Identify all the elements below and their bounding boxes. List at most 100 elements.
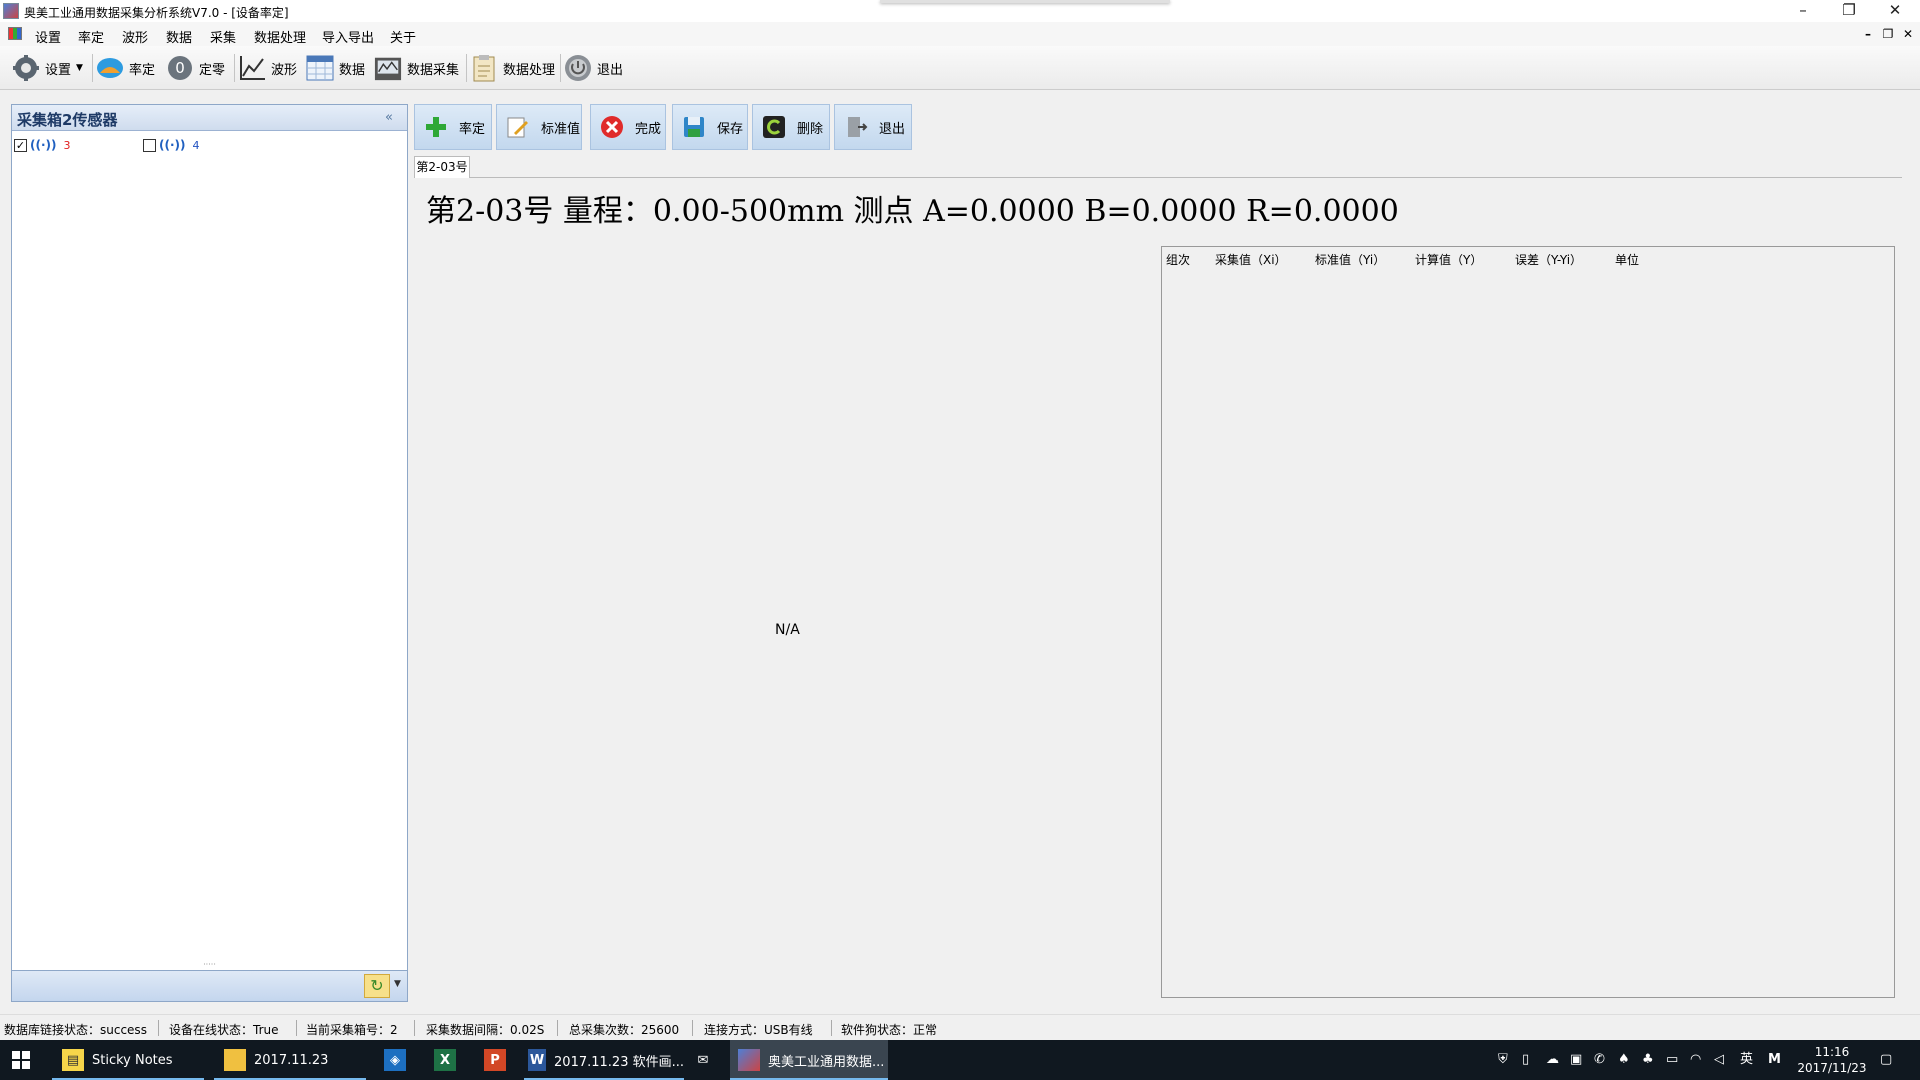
save-button-label: 保存 bbox=[717, 121, 744, 137]
toolbar-waveform-label: 波形 bbox=[271, 62, 298, 78]
calibrate-button-label: 率定 bbox=[459, 121, 486, 137]
save-button[interactable]: 保存 bbox=[672, 104, 748, 150]
table-header-yi: 标准值（Yi） bbox=[1315, 253, 1386, 267]
taskbar-app[interactable]: 奥美工业通用数据... bbox=[730, 1040, 888, 1080]
taskbar-app-label: 奥美工业通用数据... bbox=[768, 1054, 885, 1070]
tab-sensor[interactable]: 第2-03号 bbox=[414, 156, 470, 178]
start-button[interactable] bbox=[12, 1040, 36, 1080]
sensor-item[interactable]: ✓ ((·)) 3 bbox=[14, 138, 71, 152]
finish-button[interactable]: 完成 bbox=[590, 104, 666, 150]
panel-splitter[interactable]: ····· bbox=[11, 961, 408, 969]
toolbar-data-label: 数据 bbox=[339, 62, 366, 78]
toolbar-settings-button[interactable]: 设置 ▼ bbox=[12, 52, 83, 84]
tray-app-icon[interactable]: ♠ bbox=[1618, 1040, 1630, 1080]
taskbar-word[interactable]: W 2017.11.23 软件画... bbox=[524, 1040, 684, 1080]
menu-acquire[interactable]: 采集 bbox=[210, 27, 236, 46]
delete-button[interactable]: 删除 bbox=[752, 104, 830, 150]
shield-icon[interactable]: ⛨ bbox=[1498, 1040, 1508, 1080]
taskbar-powerpoint[interactable]: P bbox=[484, 1040, 510, 1080]
status-separator bbox=[557, 1020, 558, 1036]
taskbar-mail[interactable]: ✉ bbox=[692, 1040, 720, 1080]
toolbar-data-button[interactable]: 数据 bbox=[306, 52, 365, 84]
sticky-notes-icon: ▤ bbox=[62, 1049, 84, 1071]
toolbar-settings-label: 设置 bbox=[45, 62, 72, 78]
menu-calibrate[interactable]: 率定 bbox=[78, 27, 104, 46]
mdi-minimize-button[interactable]: – bbox=[1860, 27, 1876, 41]
sensor-item[interactable]: ((·)) 4 bbox=[143, 138, 200, 152]
toolbar-separator bbox=[466, 54, 467, 82]
menu-settings[interactable]: 设置 bbox=[35, 27, 61, 46]
usb-icon[interactable]: ▯ bbox=[1522, 1040, 1529, 1080]
wifi-icon[interactable]: ◠ bbox=[1690, 1040, 1701, 1080]
taskbar-folder[interactable]: 2017.11.23 bbox=[214, 1040, 366, 1080]
title-bar: 奥美工业通用数据采集分析系统V7.0 - [设备率定] – ❐ ✕ bbox=[0, 0, 1920, 22]
powerpoint-icon: P bbox=[484, 1049, 506, 1071]
sensor-panel-header: 采集箱2传感器 « bbox=[12, 105, 407, 131]
notification-icon[interactable]: ▢ bbox=[1880, 1040, 1892, 1080]
popup-edge bbox=[880, 0, 1170, 3]
chevron-down-icon[interactable]: ▼ bbox=[76, 63, 83, 73]
cloud-icon[interactable]: ☁ bbox=[1546, 1040, 1559, 1080]
sensor-checkbox[interactable]: ✓ bbox=[14, 138, 27, 152]
plus-icon bbox=[423, 114, 449, 140]
mdi-close-button[interactable]: ✕ bbox=[1900, 27, 1916, 41]
tray-app-icon[interactable]: ♣ bbox=[1642, 1040, 1654, 1080]
toolbar-process-label: 数据处理 bbox=[503, 62, 556, 78]
menu-waveform[interactable]: 波形 bbox=[122, 27, 148, 46]
status-db: 数据库链接状态：success bbox=[4, 1023, 147, 1037]
menu-data[interactable]: 数据 bbox=[166, 27, 192, 46]
menu-data-processing[interactable]: 数据处理 bbox=[254, 27, 306, 46]
refresh-icon[interactable]: ↻ bbox=[364, 974, 390, 998]
gear-icon bbox=[12, 54, 40, 82]
ime-mode-icon[interactable]: M bbox=[1768, 1040, 1781, 1080]
minimize-button[interactable]: – bbox=[1780, 0, 1826, 22]
toolbar: 设置 ▼ 率定 0 定零 波形 数据 数据采集 数据处理 退出 bbox=[0, 46, 1920, 90]
power-icon bbox=[564, 54, 592, 82]
status-dongle: 软件狗状态：正常 bbox=[841, 1023, 938, 1037]
toolbar-calibrate-button[interactable]: 率定 bbox=[96, 52, 155, 84]
table-header-unit: 单位 bbox=[1615, 253, 1640, 267]
toolbar-zero-button[interactable]: 0 定零 bbox=[166, 52, 225, 84]
menu-import-export[interactable]: 导入导出 bbox=[322, 27, 374, 46]
mdi-child-icon[interactable] bbox=[8, 27, 22, 40]
network-app-icon[interactable]: ▣ bbox=[1570, 1040, 1582, 1080]
window-title: 奥美工业通用数据采集分析系统V7.0 - [设备率定] bbox=[24, 6, 289, 20]
chevron-down-icon[interactable]: ▼ bbox=[394, 979, 401, 989]
close-button[interactable]: ✕ bbox=[1872, 0, 1918, 22]
sensor-label: 3 bbox=[63, 138, 71, 152]
collapse-icon[interactable]: « bbox=[385, 110, 393, 125]
exit-button[interactable]: 退出 bbox=[834, 104, 912, 150]
taskbar-store[interactable]: ◈ bbox=[384, 1040, 410, 1080]
delete-button-label: 删除 bbox=[797, 121, 824, 137]
word-icon: W bbox=[528, 1049, 547, 1071]
svg-text:0: 0 bbox=[175, 59, 185, 77]
standard-value-button[interactable]: 标准值 bbox=[496, 104, 582, 150]
toolbar-acquire-label: 数据采集 bbox=[407, 62, 460, 78]
sensor-checkbox[interactable] bbox=[143, 138, 156, 152]
taskbar-sticky-notes[interactable]: ▤ Sticky Notes bbox=[52, 1040, 204, 1080]
volume-icon[interactable]: ◁ bbox=[1714, 1040, 1724, 1080]
battery-icon[interactable]: ▭ bbox=[1666, 1040, 1678, 1080]
calibrate-icon bbox=[96, 54, 124, 82]
toolbar-acquire-button[interactable]: 数据采集 bbox=[374, 52, 459, 84]
toolbar-exit-button[interactable]: 退出 bbox=[564, 52, 623, 84]
status-separator bbox=[296, 1020, 297, 1036]
toolbar-exit-label: 退出 bbox=[597, 62, 624, 78]
calibration-table[interactable]: 组次 采集值（Xi） 标准值（Yi） 计算值（Y） 误差（Y-Yi） 单位 bbox=[1161, 246, 1895, 998]
taskbar-excel[interactable]: X bbox=[434, 1040, 460, 1080]
calibrate-button[interactable]: 率定 bbox=[414, 104, 492, 150]
toolbar-waveform-button[interactable]: 波形 bbox=[238, 52, 297, 84]
toolbar-calibrate-label: 率定 bbox=[129, 62, 156, 78]
wechat-icon[interactable]: ✆ bbox=[1594, 1040, 1605, 1080]
table-header-group: 组次 bbox=[1166, 253, 1191, 267]
standard-value-button-label: 标准值 bbox=[541, 121, 581, 137]
finish-button-label: 完成 bbox=[635, 121, 662, 137]
windows-icon bbox=[12, 1051, 30, 1069]
edit-icon bbox=[505, 114, 531, 140]
taskbar-clock[interactable]: 11:16 2017/11/23 bbox=[1792, 1044, 1872, 1076]
toolbar-process-button[interactable]: 数据处理 bbox=[470, 52, 555, 84]
ime-indicator[interactable]: 英 bbox=[1740, 1040, 1753, 1080]
menu-about[interactable]: 关于 bbox=[390, 27, 416, 46]
restore-button[interactable]: ❐ bbox=[1826, 0, 1872, 22]
mdi-restore-button[interactable]: ❐ bbox=[1880, 27, 1896, 41]
